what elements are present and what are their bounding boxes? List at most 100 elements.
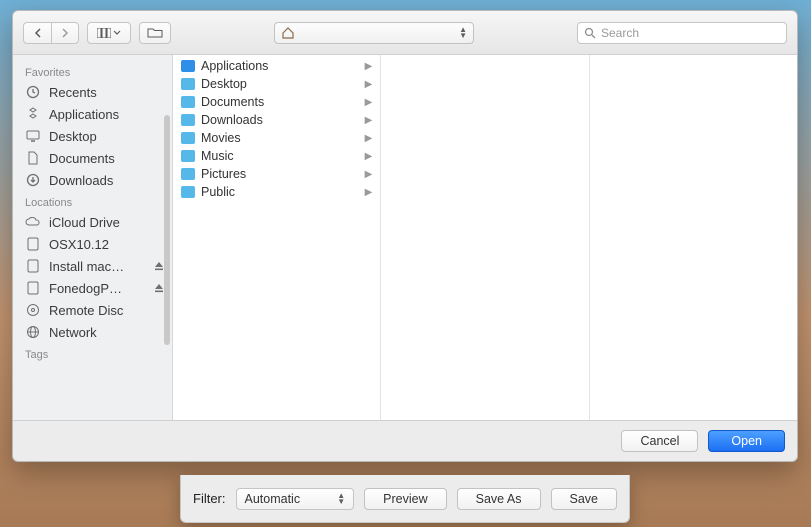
disk-icon — [25, 236, 41, 252]
chevron-right-icon: ▶ — [365, 115, 373, 126]
apps-icon — [25, 106, 41, 122]
chevron-right-icon: ▶ — [365, 61, 373, 72]
folder-icon — [181, 114, 195, 126]
cancel-button[interactable]: Cancel — [621, 430, 698, 452]
sidebar-item-downloads[interactable]: Downloads — [13, 169, 172, 191]
dialog-footer: Cancel Open — [13, 421, 797, 461]
globe-icon — [25, 324, 41, 340]
list-item-label: Applications — [201, 59, 268, 73]
column-2[interactable] — [590, 55, 797, 420]
folder-icon — [181, 78, 195, 90]
disc-icon — [25, 302, 41, 318]
filter-label: Filter: — [193, 491, 226, 506]
home-icon — [281, 27, 295, 39]
sidebar-item-label: Network — [49, 325, 97, 340]
cloud-icon — [25, 214, 41, 230]
sidebar-item-network[interactable]: Network — [13, 321, 172, 343]
sidebar-header-tags: Tags — [13, 343, 172, 363]
sidebar-item-install[interactable]: Install mac… — [13, 255, 172, 277]
chevron-right-icon: ▶ — [365, 79, 373, 90]
list-item-label: Movies — [201, 131, 241, 145]
updown-icon: ▲▼ — [459, 27, 467, 39]
group-button[interactable] — [139, 22, 171, 44]
list-item-label: Public — [201, 185, 235, 199]
chevron-right-icon: ▶ — [365, 151, 373, 162]
chevron-right-icon — [61, 28, 69, 38]
filter-select[interactable]: Automatic ▲▼ — [236, 488, 355, 510]
sidebar-item-osx[interactable]: OSX10.12 — [13, 233, 172, 255]
list-item[interactable]: Pictures ▶ — [173, 165, 380, 183]
eject-icon[interactable] — [154, 261, 164, 271]
preview-button[interactable]: Preview — [364, 488, 446, 510]
toolbar: ▲▼ Search — [13, 11, 797, 55]
chevron-right-icon: ▶ — [365, 169, 373, 180]
preview-label: Preview — [383, 492, 427, 506]
list-item[interactable]: Desktop ▶ — [173, 75, 380, 93]
sidebar-item-label: FonedogP… — [49, 281, 122, 296]
columns-icon — [97, 28, 111, 38]
sidebar-item-label: Recents — [49, 85, 97, 100]
doc-icon — [25, 150, 41, 166]
sidebar-item-icloud[interactable]: iCloud Drive — [13, 211, 172, 233]
folder-icon — [181, 186, 195, 198]
nav-buttons — [23, 22, 79, 44]
folder-icon — [181, 168, 195, 180]
open-button[interactable]: Open — [708, 430, 785, 452]
disk-icon — [25, 280, 41, 296]
column-browser: Applications▶Desktop▶Documents▶Downloads… — [173, 55, 797, 420]
sidebar-item-applications[interactable]: Applications — [13, 103, 172, 125]
list-item-label: Desktop — [201, 77, 247, 91]
sidebar-item-label: OSX10.12 — [49, 237, 109, 252]
list-item[interactable]: Applications ▶ — [173, 57, 380, 75]
back-button[interactable] — [23, 22, 51, 44]
folder-icon — [181, 96, 195, 108]
sidebar-item-label: Downloads — [49, 173, 113, 188]
clock-icon — [25, 84, 41, 100]
chevron-left-icon — [34, 28, 42, 38]
disk-icon — [25, 258, 41, 274]
sidebar-item-documents[interactable]: Documents — [13, 147, 172, 169]
dialog-body: Favorites Recents Applications Desktop D… — [13, 55, 797, 421]
secondary-panel: Filter: Automatic ▲▼ Preview Save As Sav… — [180, 475, 630, 523]
sidebar-item-recents[interactable]: Recents — [13, 81, 172, 103]
download-icon — [25, 172, 41, 188]
sidebar-item-label: Applications — [49, 107, 119, 122]
save-label: Save — [570, 492, 599, 506]
column-1[interactable] — [381, 55, 589, 420]
sidebar-item-fonedog[interactable]: FonedogP… — [13, 277, 172, 299]
folder-icon — [181, 60, 195, 72]
file-open-dialog: ▲▼ Search Favorites Recents Applications… — [12, 10, 798, 462]
sidebar-scrollbar[interactable] — [164, 115, 170, 345]
view-mode-button[interactable] — [87, 22, 131, 44]
list-item[interactable]: Public ▶ — [173, 183, 380, 201]
path-selector[interactable]: ▲▼ — [274, 22, 474, 44]
saveas-label: Save As — [476, 492, 522, 506]
chevron-right-icon: ▶ — [365, 187, 373, 198]
list-item-label: Music — [201, 149, 234, 163]
sidebar-header-favorites: Favorites — [13, 61, 172, 81]
sidebar-item-label: Remote Disc — [49, 303, 123, 318]
list-item[interactable]: Documents ▶ — [173, 93, 380, 111]
sidebar-item-label: iCloud Drive — [49, 215, 120, 230]
list-item[interactable]: Music ▶ — [173, 147, 380, 165]
sidebar-item-remotedisc[interactable]: Remote Disc — [13, 299, 172, 321]
sidebar-item-desktop[interactable]: Desktop — [13, 125, 172, 147]
folder-icon — [181, 150, 195, 162]
list-item[interactable]: Downloads▶ — [173, 111, 380, 129]
saveas-button[interactable]: Save As — [457, 488, 541, 510]
list-item-label: Pictures — [201, 167, 246, 181]
column-0[interactable]: Applications▶Desktop▶Documents▶Downloads… — [173, 55, 381, 420]
list-item-label: Documents — [201, 95, 264, 109]
chevron-right-icon: ▶ — [365, 97, 373, 108]
save-button[interactable]: Save — [551, 488, 618, 510]
sidebar-item-label: Install mac… — [49, 259, 124, 274]
sidebar-header-locations: Locations — [13, 191, 172, 211]
eject-icon[interactable] — [154, 283, 164, 293]
search-icon — [584, 27, 596, 39]
list-item[interactable]: Movies▶ — [173, 129, 380, 147]
search-field[interactable]: Search — [577, 22, 787, 44]
search-placeholder: Search — [601, 26, 639, 40]
sidebar-item-label: Desktop — [49, 129, 97, 144]
forward-button[interactable] — [51, 22, 79, 44]
desktop-icon — [25, 128, 41, 144]
